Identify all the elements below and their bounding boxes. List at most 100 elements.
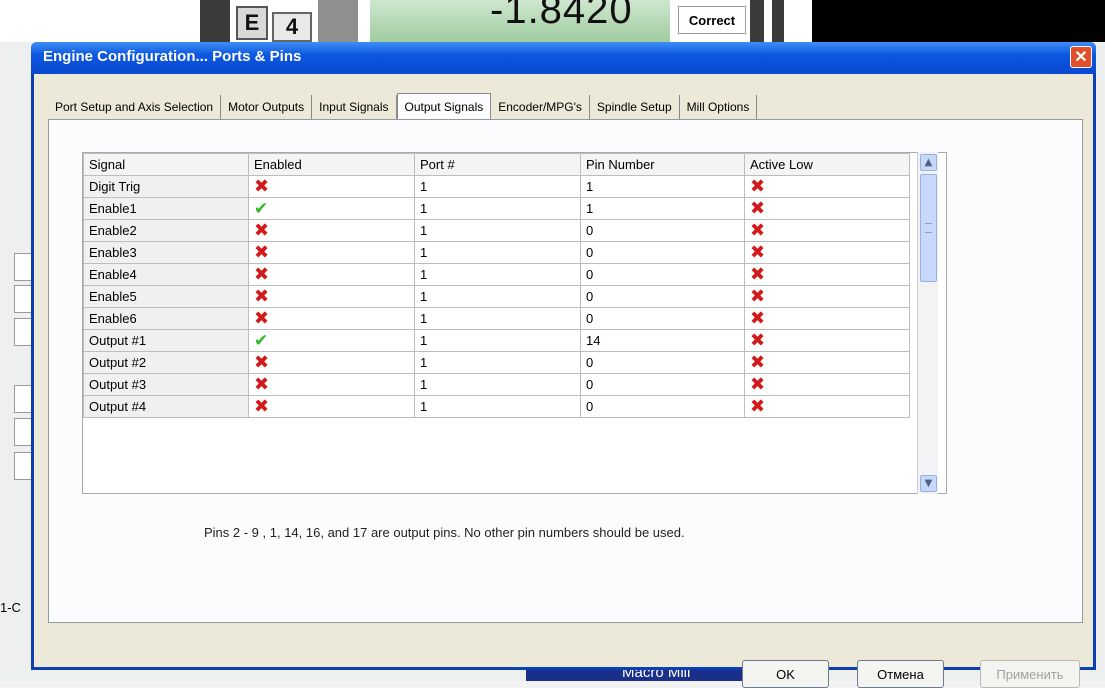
- background-4-tile[interactable]: 4: [272, 12, 312, 42]
- dialog-title-bar[interactable]: Engine Configuration... Ports & Pins ✕: [31, 42, 1096, 74]
- port-cell[interactable]: 1: [414, 241, 581, 264]
- tab-output-signals[interactable]: Output Signals: [396, 93, 492, 119]
- grip-icon: [925, 223, 932, 233]
- pin-number-cell[interactable]: 0: [580, 263, 745, 286]
- active-low-cell[interactable]: ✖: [744, 351, 910, 374]
- dro-value: -1.8420: [490, 0, 633, 32]
- header-port[interactable]: Port #: [414, 153, 581, 176]
- active-low-cell[interactable]: ✖: [744, 373, 910, 396]
- check-icon: ✔: [254, 198, 269, 219]
- background-e-tile[interactable]: E: [236, 6, 268, 40]
- header-signal[interactable]: Signal: [83, 153, 249, 176]
- active-low-cell[interactable]: ✖: [744, 329, 910, 352]
- background-block: [772, 0, 784, 42]
- enabled-cell[interactable]: ✖: [248, 307, 415, 330]
- correct-button[interactable]: Correct: [678, 6, 746, 34]
- enabled-cell[interactable]: ✖: [248, 219, 415, 242]
- enabled-cell[interactable]: ✔: [248, 329, 415, 352]
- scroll-down-button[interactable]: ▼: [920, 475, 937, 492]
- enabled-cell[interactable]: ✖: [248, 395, 415, 418]
- active-low-cell[interactable]: ✖: [744, 197, 910, 220]
- ok-button[interactable]: OK: [742, 660, 829, 688]
- port-cell[interactable]: 1: [414, 285, 581, 308]
- scrollbar-thumb[interactable]: [920, 174, 937, 282]
- port-cell[interactable]: 1: [414, 197, 581, 220]
- table-row[interactable]: Enable2 ✖ 1 0 ✖: [83, 219, 910, 242]
- tab-port-setup[interactable]: Port Setup and Axis Selection: [48, 95, 222, 119]
- port-cell[interactable]: 1: [414, 175, 581, 198]
- enabled-cell[interactable]: ✖: [248, 175, 415, 198]
- active-low-cell[interactable]: ✖: [744, 219, 910, 242]
- table-row[interactable]: Enable5 ✖ 1 0 ✖: [83, 285, 910, 308]
- cross-icon: ✖: [750, 219, 766, 241]
- pin-number-cell[interactable]: 0: [580, 395, 745, 418]
- pin-number-cell[interactable]: 0: [580, 241, 745, 264]
- signal-name-cell[interactable]: Enable3: [83, 241, 249, 264]
- signal-name-cell[interactable]: Enable1: [83, 197, 249, 220]
- tab-mill-options[interactable]: Mill Options: [679, 95, 758, 119]
- signal-name-cell[interactable]: Output #4: [83, 395, 249, 418]
- signal-name-cell[interactable]: Enable5: [83, 285, 249, 308]
- cross-icon: ✖: [254, 241, 270, 263]
- pin-number-cell[interactable]: 0: [580, 351, 745, 374]
- enabled-cell[interactable]: ✖: [248, 285, 415, 308]
- tab-strip: Port Setup and Axis Selection Motor Outp…: [48, 93, 758, 119]
- signal-name-cell[interactable]: Output #1: [83, 329, 249, 352]
- table-row[interactable]: Output #4 ✖ 1 0 ✖: [83, 395, 910, 418]
- enabled-cell[interactable]: ✖: [248, 351, 415, 374]
- signal-name-cell[interactable]: Digit Trig: [83, 175, 249, 198]
- tab-motor-outputs[interactable]: Motor Outputs: [221, 95, 313, 119]
- header-active-low[interactable]: Active Low: [744, 153, 910, 176]
- cross-icon: ✖: [750, 373, 766, 395]
- port-cell[interactable]: 1: [414, 373, 581, 396]
- active-low-cell[interactable]: ✖: [744, 241, 910, 264]
- table-row[interactable]: Output #3 ✖ 1 0 ✖: [83, 373, 910, 396]
- tab-input-signals[interactable]: Input Signals: [312, 95, 397, 119]
- scroll-up-button[interactable]: ▲: [920, 154, 937, 171]
- port-cell[interactable]: 1: [414, 329, 581, 352]
- header-enabled[interactable]: Enabled: [248, 153, 415, 176]
- pin-number-cell[interactable]: 0: [580, 307, 745, 330]
- header-pin-number[interactable]: Pin Number: [580, 153, 745, 176]
- apply-button[interactable]: Применить: [980, 660, 1080, 688]
- port-cell[interactable]: 1: [414, 307, 581, 330]
- port-cell[interactable]: 1: [414, 395, 581, 418]
- pin-number-cell[interactable]: 0: [580, 219, 745, 242]
- pin-number-cell[interactable]: 1: [580, 197, 745, 220]
- table-row[interactable]: Enable6 ✖ 1 0 ✖: [83, 307, 910, 330]
- pin-number-cell[interactable]: 0: [580, 373, 745, 396]
- grid-scrollbar[interactable]: ▲ ▼: [917, 152, 938, 494]
- pin-number-cell[interactable]: 14: [580, 329, 745, 352]
- table-row[interactable]: Enable1 ✔ 1 1 ✖: [83, 197, 910, 220]
- signal-name-cell[interactable]: Enable4: [83, 263, 249, 286]
- active-low-cell[interactable]: ✖: [744, 395, 910, 418]
- background-block: [318, 0, 358, 42]
- enabled-cell[interactable]: ✖: [248, 241, 415, 264]
- signals-table: Signal Enabled Port # Pin Number Active …: [83, 153, 910, 418]
- tab-spindle-setup[interactable]: Spindle Setup: [589, 95, 680, 119]
- tab-encoder-mpgs[interactable]: Encoder/MPG's: [491, 95, 590, 119]
- active-low-cell[interactable]: ✖: [744, 175, 910, 198]
- table-row[interactable]: Digit Trig ✖ 1 1 ✖: [83, 175, 910, 198]
- close-button[interactable]: ✕: [1070, 46, 1092, 68]
- table-row[interactable]: Enable3 ✖ 1 0 ✖: [83, 241, 910, 264]
- active-low-cell[interactable]: ✖: [744, 307, 910, 330]
- signal-name-cell[interactable]: Output #3: [83, 373, 249, 396]
- port-cell[interactable]: 1: [414, 219, 581, 242]
- active-low-cell[interactable]: ✖: [744, 263, 910, 286]
- enabled-cell[interactable]: ✖: [248, 373, 415, 396]
- table-row[interactable]: Enable4 ✖ 1 0 ✖: [83, 263, 910, 286]
- pin-number-cell[interactable]: 0: [580, 285, 745, 308]
- table-row[interactable]: Output #2 ✖ 1 0 ✖: [83, 351, 910, 374]
- signal-name-cell[interactable]: Output #2: [83, 351, 249, 374]
- enabled-cell[interactable]: ✖: [248, 263, 415, 286]
- enabled-cell[interactable]: ✔: [248, 197, 415, 220]
- signal-name-cell[interactable]: Enable2: [83, 219, 249, 242]
- active-low-cell[interactable]: ✖: [744, 285, 910, 308]
- cancel-button[interactable]: Отмена: [857, 660, 944, 688]
- signal-name-cell[interactable]: Enable6: [83, 307, 249, 330]
- table-row[interactable]: Output #1 ✔ 1 14 ✖: [83, 329, 910, 352]
- port-cell[interactable]: 1: [414, 263, 581, 286]
- pin-number-cell[interactable]: 1: [580, 175, 745, 198]
- port-cell[interactable]: 1: [414, 351, 581, 374]
